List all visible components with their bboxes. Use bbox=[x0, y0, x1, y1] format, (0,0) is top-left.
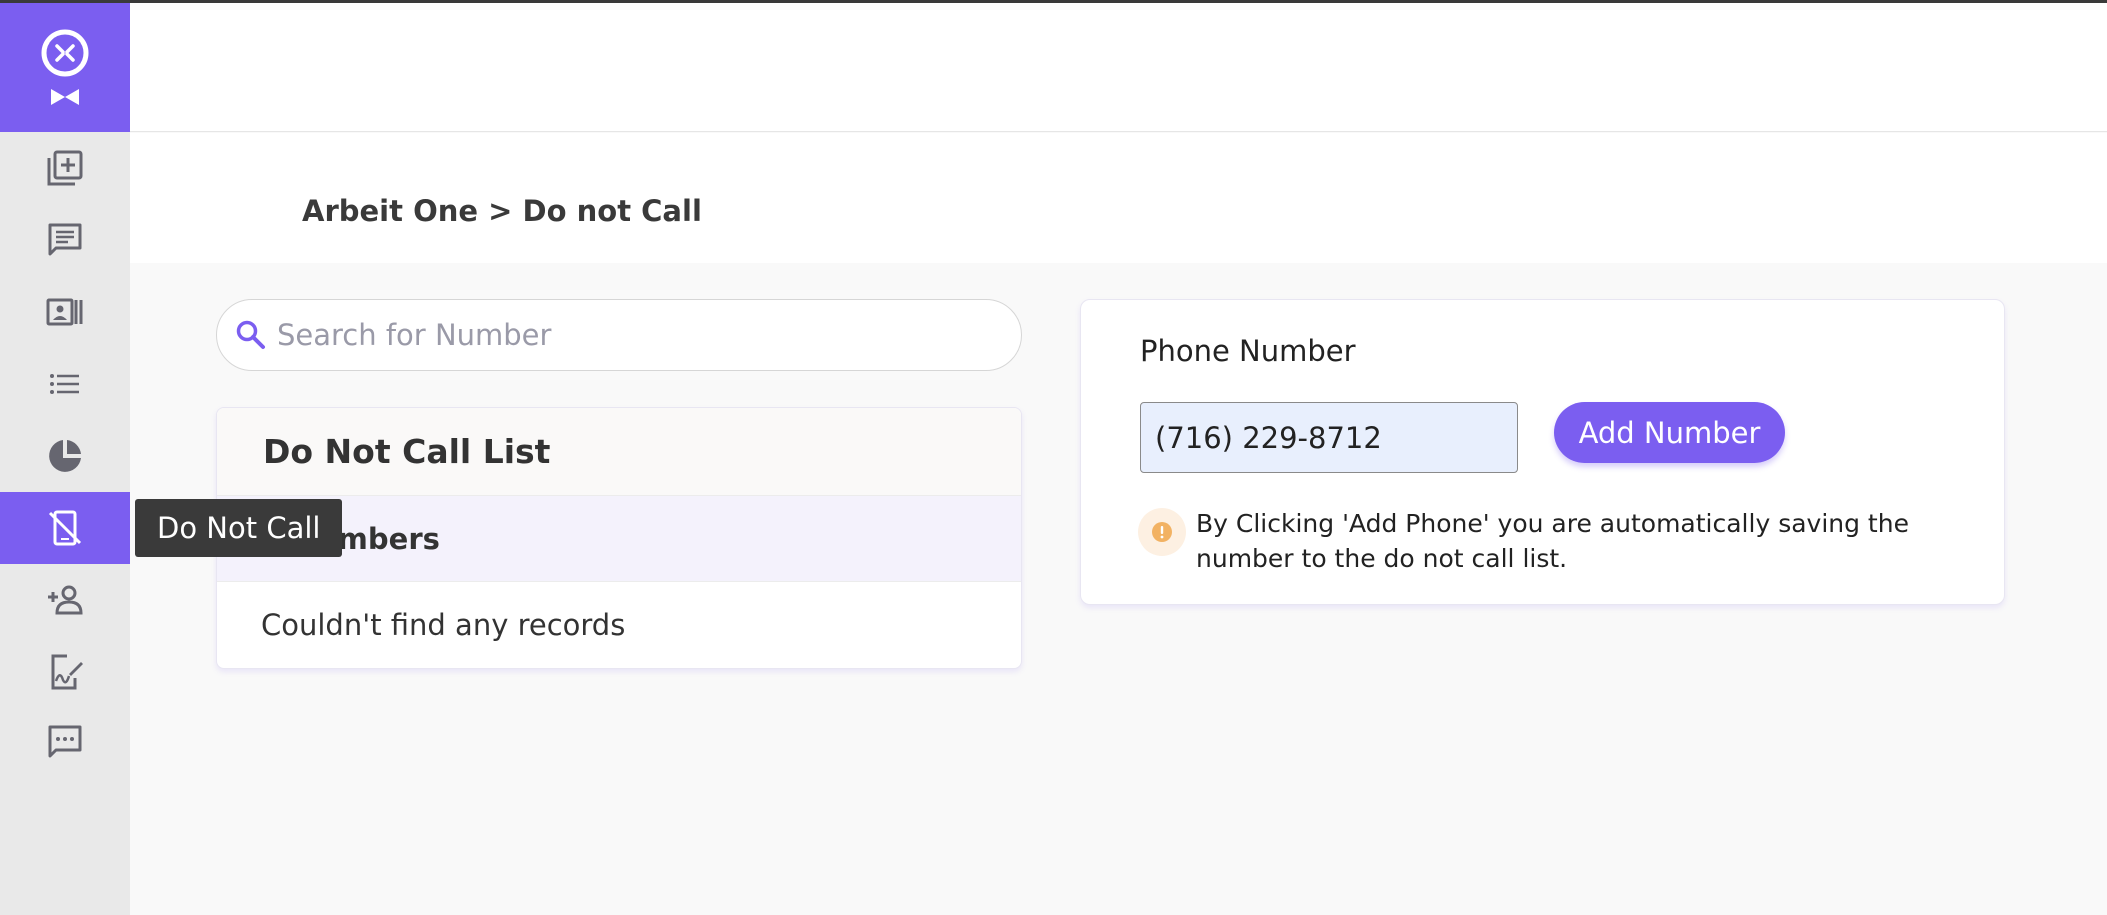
sidebar-item-add-user[interactable] bbox=[0, 564, 130, 636]
notice-text: By Clicking 'Add Phone' you are automati… bbox=[1196, 509, 1909, 573]
phone-number-input[interactable] bbox=[1140, 402, 1518, 473]
app-logo[interactable] bbox=[0, 0, 130, 132]
breadcrumb: Arbeit One > Do not Call bbox=[302, 194, 702, 228]
search-input[interactable] bbox=[277, 318, 997, 352]
add-person-icon bbox=[48, 585, 83, 615]
comment-dots-icon bbox=[48, 725, 82, 758]
sidebar-item-sms[interactable] bbox=[0, 706, 130, 778]
list-icon bbox=[50, 374, 79, 394]
sidebar-item-messages[interactable] bbox=[0, 204, 130, 276]
signature-icon bbox=[51, 654, 83, 690]
top-border bbox=[0, 0, 2107, 3]
add-phone-card: Phone Number Add Number By Clicking 'Add… bbox=[1080, 299, 2005, 605]
search-icon bbox=[236, 320, 265, 349]
sidebar bbox=[0, 0, 130, 915]
add-library-icon bbox=[47, 150, 83, 186]
phone-number-label: Phone Number bbox=[1140, 334, 1356, 368]
contact-card-icon bbox=[46, 298, 83, 326]
notice: By Clicking 'Add Phone' you are automati… bbox=[1138, 506, 1916, 576]
add-number-button[interactable]: Add Number bbox=[1554, 402, 1785, 463]
sidebar-item-contacts[interactable] bbox=[0, 276, 130, 348]
logo-icon bbox=[41, 29, 89, 77]
chat-icon bbox=[48, 223, 82, 256]
bowtie-icon bbox=[51, 89, 79, 105]
top-header bbox=[130, 3, 2107, 132]
empty-state-text: Couldn't find any records bbox=[261, 608, 626, 642]
sidebar-item-lists[interactable] bbox=[0, 348, 130, 420]
pie-chart-icon bbox=[49, 440, 81, 472]
sidebar-item-do-not-call[interactable] bbox=[0, 492, 130, 564]
sidebar-item-add-library[interactable] bbox=[0, 132, 130, 204]
sidebar-item-reports[interactable] bbox=[0, 420, 130, 492]
sidebar-tooltip: Do Not Call bbox=[135, 499, 343, 557]
search-box[interactable] bbox=[216, 299, 1022, 371]
phone-off-icon bbox=[48, 510, 82, 546]
warning-icon bbox=[1138, 508, 1186, 556]
sidebar-item-signatures[interactable] bbox=[0, 636, 130, 708]
list-title: Do Not Call List bbox=[217, 408, 1021, 496]
